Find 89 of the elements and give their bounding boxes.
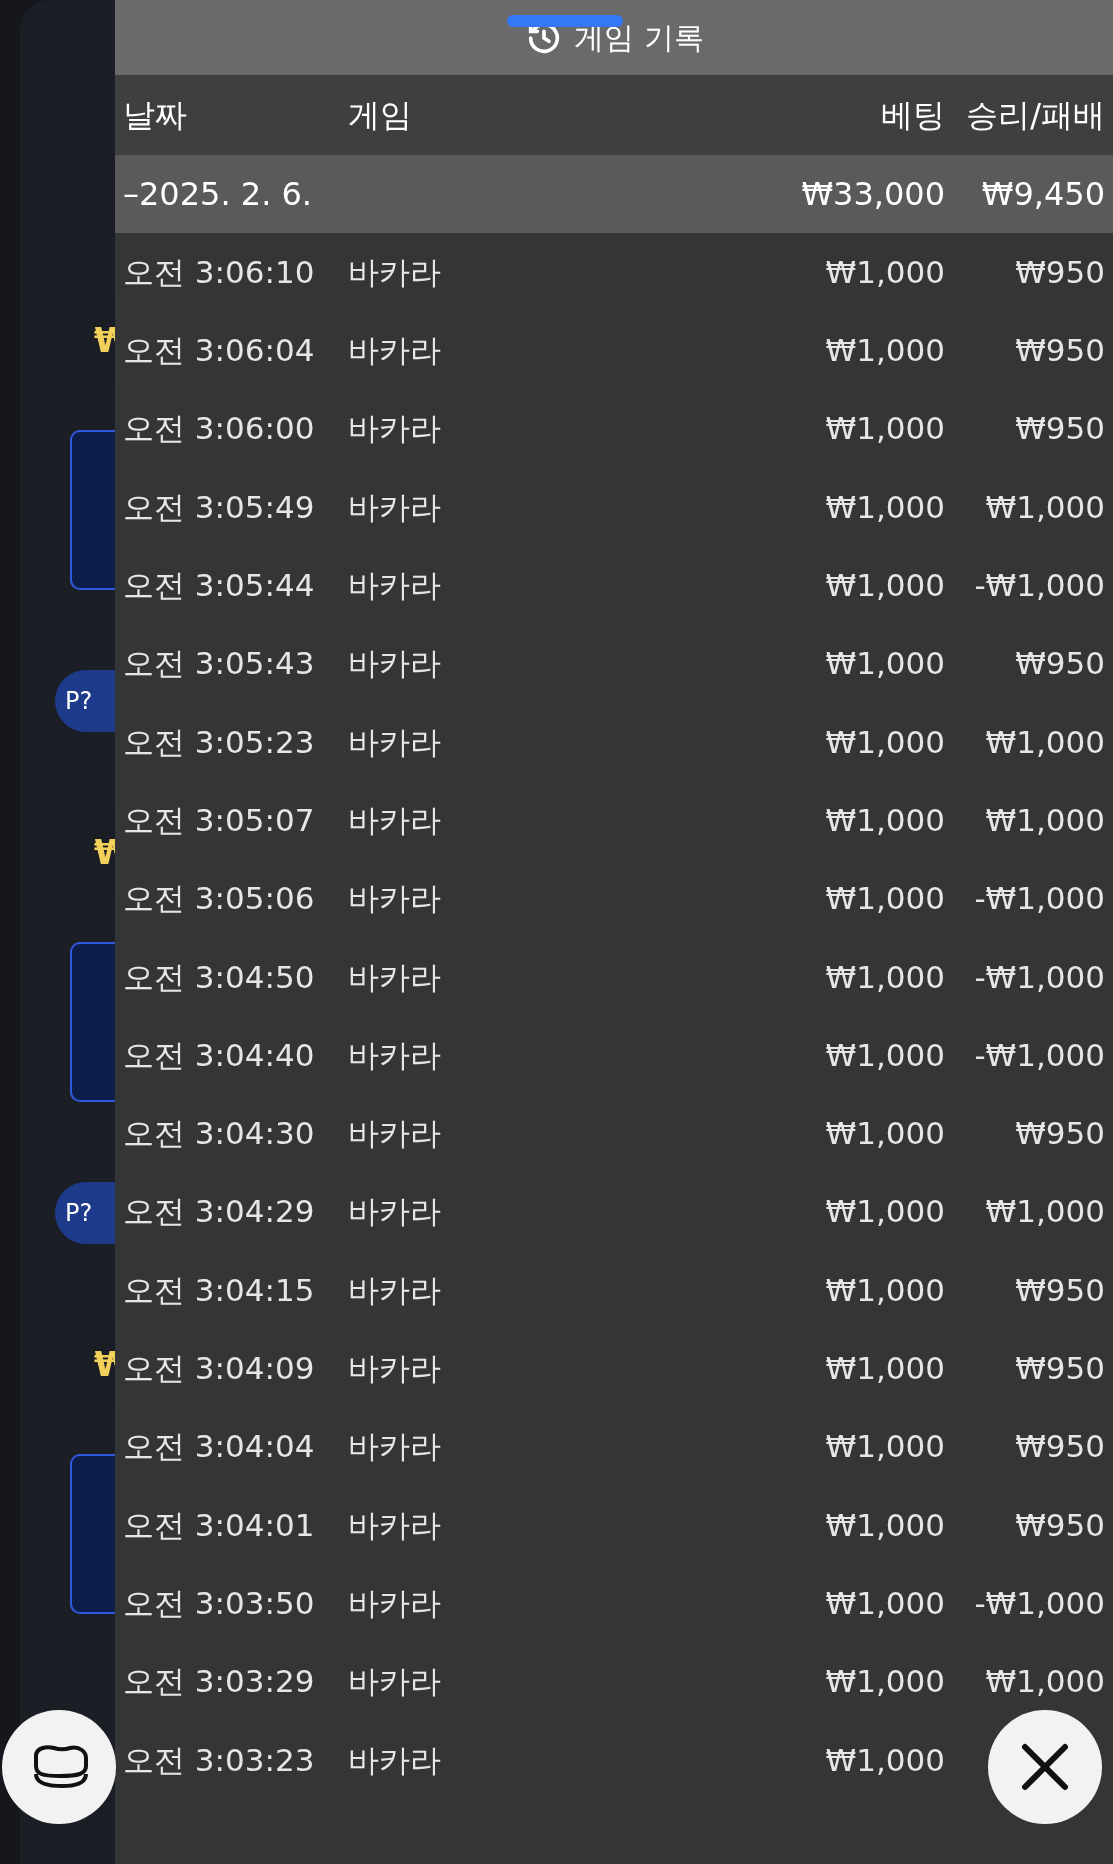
- bet-cell-text: ₩1,000: [824, 409, 945, 449]
- result-cell-text: ₩1,000: [984, 800, 1105, 840]
- result-cell-text: ₩950: [1014, 1427, 1105, 1467]
- game-cell-text: 바카라: [348, 957, 442, 997]
- game-cell-text: 바카라: [348, 1035, 442, 1075]
- time-cell-text: 오전 3:05:44: [122, 566, 316, 606]
- time-cell-text: 오전 3:05:06: [122, 879, 316, 919]
- bet-cell-text: ₩1,000: [824, 644, 945, 684]
- time-cell-text: 오전 3:05:43: [122, 644, 316, 684]
- bet-cell-text: ₩1,000: [824, 1505, 945, 1545]
- bet-cell-text: ₩1,000: [824, 331, 945, 371]
- time-cell-text: 오전 3:04:40: [122, 1035, 316, 1075]
- bet-cell-text: ₩1,000: [824, 1427, 945, 1467]
- column-heading: 승리/패배: [965, 95, 1105, 136]
- time-cell-text: 오전 3:04:50: [122, 957, 316, 997]
- game-cell-text: 바카라: [348, 331, 442, 371]
- badge-label: P?: [65, 686, 93, 717]
- game-cell-text: 바카라: [348, 1583, 442, 1623]
- bet-cell-text: ₩1,000: [824, 1583, 945, 1623]
- result-cell-text: -₩1,000: [973, 879, 1105, 919]
- time-cell-text: 오전 3:03:50: [122, 1583, 316, 1623]
- badge-label: P?: [65, 1198, 93, 1229]
- bet-cell-text: ₩1,000: [824, 1035, 945, 1075]
- game-cell-text: 바카라: [348, 1427, 442, 1467]
- result-cell-text: ₩950: [1014, 409, 1105, 449]
- game-cell-text: 바카라: [348, 409, 442, 449]
- game-cell-text: 바카라: [348, 644, 442, 684]
- game-cell-text: 바카라: [348, 800, 442, 840]
- time-cell-text: 오전 3:04:30: [122, 1114, 316, 1154]
- column-heading: 게임: [348, 95, 413, 136]
- date-text: –2025. 2. 6.: [122, 174, 313, 215]
- time-cell-text: 오전 3:06:10: [122, 252, 316, 292]
- result-cell-text: -₩1,000: [973, 1035, 1105, 1075]
- time-cell-text: 오전 3:05:49: [122, 487, 316, 527]
- result-cell-text: -₩1,000: [973, 957, 1105, 997]
- time-cell-text: 오전 3:04:01: [122, 1505, 316, 1545]
- time-cell-text: 오전 3:06:00: [122, 409, 316, 449]
- column-heading: 날짜: [122, 95, 188, 136]
- time-cell-text: 오전 3:05:07: [122, 800, 316, 840]
- game-cell-text: 바카라: [348, 879, 442, 919]
- game-cell-text: 바카라: [348, 252, 442, 292]
- total-bet: ₩33,000: [800, 174, 945, 215]
- game-cell-text: 바카라: [348, 1662, 442, 1702]
- game-cell-text: 바카라: [348, 1192, 442, 1232]
- game-cell-text: 바카라: [348, 566, 442, 606]
- time-cell-text: 오전 3:04:29: [122, 1192, 316, 1232]
- result-cell-text: ₩950: [1014, 1114, 1105, 1154]
- bet-cell-text: ₩1,000: [824, 800, 945, 840]
- bet-cell-text: ₩1,000: [824, 722, 945, 762]
- result-cell-text: ₩950: [1014, 1349, 1105, 1389]
- result-cell-text: ₩1,000: [984, 1662, 1105, 1702]
- time-cell-text: 오전 3:03:23: [122, 1740, 316, 1780]
- result-cell-text: ₩950: [1014, 1505, 1105, 1545]
- close-icon: [1020, 1742, 1070, 1792]
- game-cell-text: 바카라: [348, 1349, 442, 1389]
- sheet-title: 게임 기록: [574, 19, 704, 57]
- result-cell-text: ₩1,000: [984, 722, 1105, 762]
- bet-cell-text: ₩1,000: [824, 1662, 945, 1702]
- bet-cell-text: ₩1,000: [824, 879, 945, 919]
- drag-handle[interactable]: [507, 15, 623, 27]
- game-cell-text: 바카라: [348, 487, 442, 527]
- time-cell-text: 오전 3:05:23: [122, 722, 316, 762]
- game-cell-text: 바카라: [348, 1270, 442, 1310]
- time-cell-text: 오전 3:04:04: [122, 1427, 316, 1467]
- bet-cell-text: ₩1,000: [824, 1114, 945, 1154]
- result-cell-text: ₩1,000: [984, 1192, 1105, 1232]
- game-cell-text: 바카라: [348, 1505, 442, 1545]
- result-cell-text: -₩1,000: [973, 566, 1105, 606]
- bet-cell-text: ₩1,000: [824, 957, 945, 997]
- result-cell-text: -₩1,000: [973, 1583, 1105, 1623]
- bet-cell-text: ₩1,000: [824, 566, 945, 606]
- bet-cell-text: ₩1,000: [824, 1349, 945, 1389]
- bet-cell-text: ₩1,000: [824, 487, 945, 527]
- total-result: ₩9,450: [980, 174, 1105, 215]
- time-cell-text: 오전 3:04:15: [122, 1270, 316, 1310]
- game-cell-text: 바카라: [348, 1114, 442, 1154]
- result-cell-text: ₩1,000: [984, 487, 1105, 527]
- result-cell-text: ₩950: [1014, 252, 1105, 292]
- time-cell-text: 오전 3:03:29: [122, 1662, 316, 1702]
- game-cell-text: 바카라: [348, 722, 442, 762]
- bet-cell-text: ₩1,000: [824, 1270, 945, 1310]
- bet-cell-text: ₩1,000: [824, 252, 945, 292]
- game-cell-text: 바카라: [348, 1740, 442, 1780]
- result-cell-text: ₩950: [1014, 1270, 1105, 1310]
- bet-cell-text: ₩1,000: [824, 1192, 945, 1232]
- bet-cell-text: ₩1,000: [824, 1740, 945, 1780]
- result-cell-text: ₩950: [1014, 644, 1105, 684]
- column-heading: 베팅: [880, 95, 945, 136]
- result-cell-text: ₩950: [1014, 331, 1105, 371]
